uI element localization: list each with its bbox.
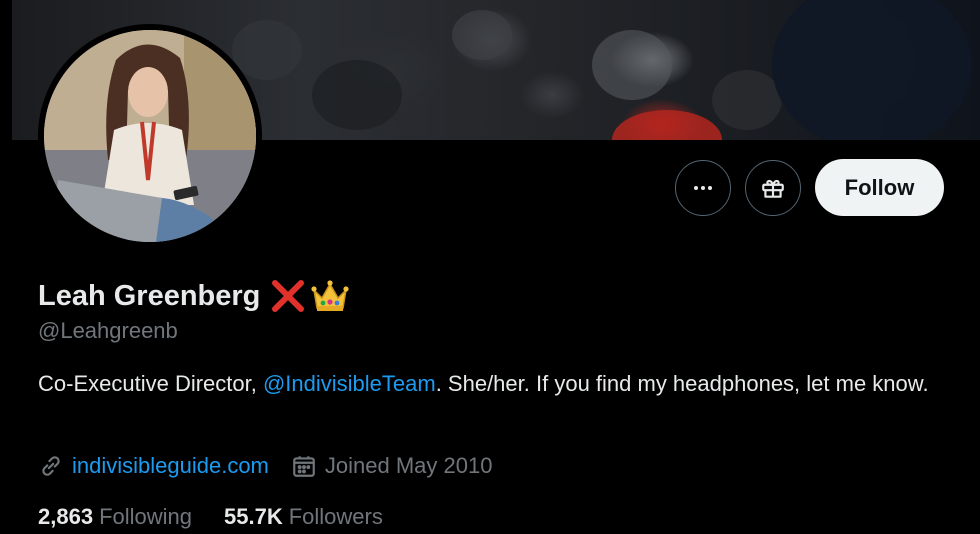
joined-date: Joined May 2010 xyxy=(324,453,493,478)
website-link[interactable]: indivisibleguide.com xyxy=(72,453,269,479)
follow-stats: 2,863 Following 55.7K Followers xyxy=(38,502,415,532)
follow-button[interactable]: Follow xyxy=(815,159,944,216)
gift-icon xyxy=(762,179,784,198)
calendar-icon xyxy=(293,456,315,477)
following-stat[interactable]: 2,863 Following xyxy=(38,504,192,530)
bio-mention-link[interactable]: @IndivisibleTeam xyxy=(263,371,436,396)
following-count: 2,863 xyxy=(38,504,94,529)
bio-text-prefix: Co-Executive Director, xyxy=(38,371,263,396)
profile-bio: Co-Executive Director, @IndivisibleTeam.… xyxy=(38,368,938,399)
followers-label: Followers xyxy=(288,504,383,529)
display-name: Leah Greenberg xyxy=(38,279,261,312)
avatar-photo xyxy=(44,30,256,242)
avatar[interactable] xyxy=(38,24,262,248)
red-x-emoji-icon xyxy=(272,280,305,312)
website-item: indivisibleguide.com xyxy=(38,453,269,479)
user-handle: @Leahgreenb xyxy=(38,318,178,343)
more-options-button[interactable] xyxy=(675,160,731,216)
profile-meta: indivisibleguide.com Joined May 2010 xyxy=(38,451,492,481)
joined-item: Joined May 2010 xyxy=(291,453,493,479)
gift-button[interactable] xyxy=(745,160,801,216)
profile-page: Follow Leah Greenberg @Leahgreenb Co-Exe… xyxy=(0,0,980,534)
bio-text-suffix: . She/her. If you find my headphones, le… xyxy=(435,371,929,396)
link-icon xyxy=(42,456,60,476)
followers-count: 55.7K xyxy=(224,504,283,529)
followers-stat[interactable]: 55.7K Followers xyxy=(224,504,383,530)
name-row: Leah Greenberg xyxy=(38,276,350,316)
following-label: Following xyxy=(99,504,192,529)
more-dots-icon xyxy=(694,186,712,190)
crown-emoji-icon xyxy=(311,280,350,311)
